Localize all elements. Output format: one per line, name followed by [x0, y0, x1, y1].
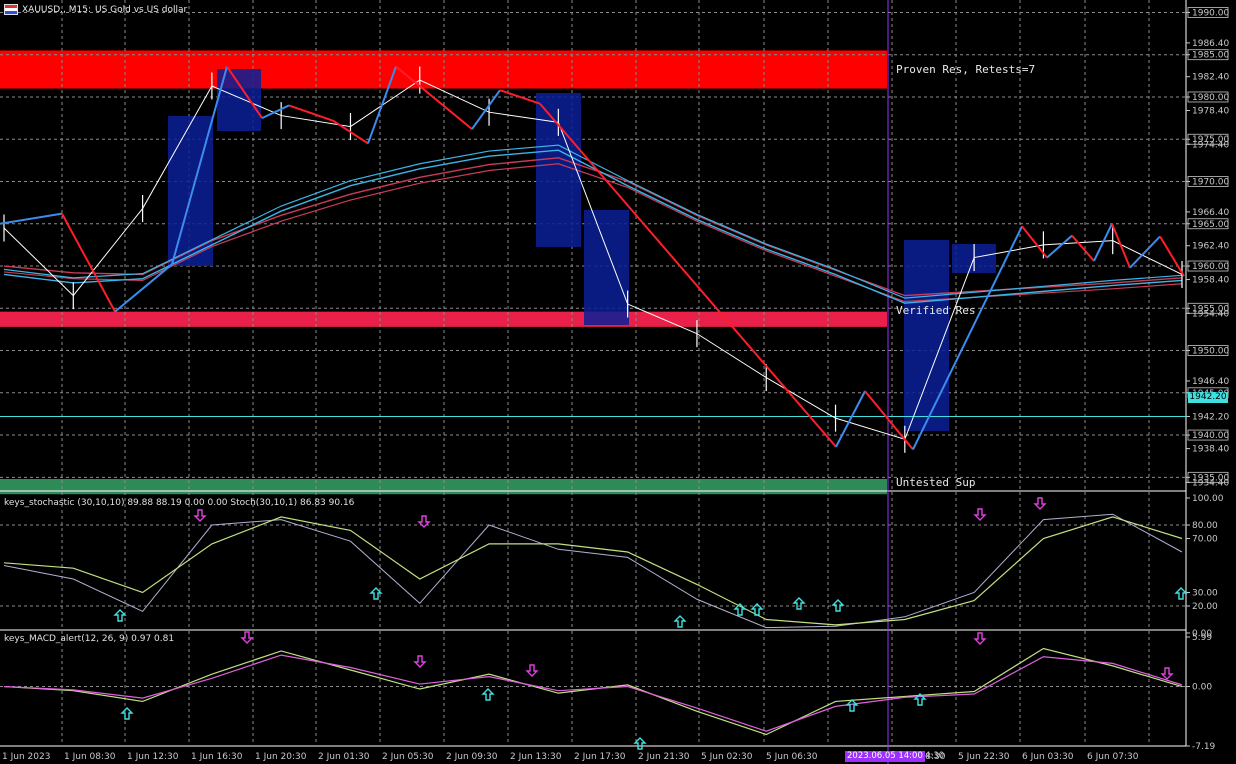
- price-tick-label: 1950.00: [1192, 347, 1229, 357]
- chart-canvas[interactable]: 1990.00 1986.40 1985.00 1982.40 1980.00 1978.…: [0, 0, 1236, 764]
- macd-signal-line: [3, 654, 1183, 732]
- time-label: 5 Jun 22:30: [958, 752, 1010, 762]
- zigzag-segment: [1093, 223, 1113, 262]
- macd-tick-label: 0.00: [1192, 683, 1212, 693]
- price-tick-label: 1990.00: [1192, 8, 1229, 18]
- impulse-box: [584, 210, 629, 325]
- price-tick-label: 1982.40: [1192, 73, 1229, 83]
- chart-description: US Gold vs US dollar: [94, 4, 188, 15]
- price-tick-label: 1986.40: [1192, 39, 1229, 49]
- price-tick-label: 1958.40: [1192, 276, 1229, 286]
- zigzag-segment: [1071, 234, 1095, 262]
- price-tick-label: 1962.40: [1192, 242, 1229, 252]
- chart-header: XAUUSD., M15: US Gold vs US dollar: [4, 4, 187, 15]
- macd-sell-arrow-icon: [973, 632, 987, 645]
- time-label: 5 Jun 06:30: [766, 752, 818, 762]
- stoch-main-line: [3, 513, 1183, 629]
- price-tick-label: 1985.00: [1192, 51, 1229, 61]
- stoch-buy-arrow-icon: [113, 609, 127, 622]
- time-label: 2 Jun 01:30: [318, 752, 370, 762]
- time-cursor-value: 2023.06.05 14:00: [847, 751, 923, 761]
- time-label: 2 Jun 05:30: [382, 752, 434, 762]
- stoch-buy-arrow-icon: [1174, 587, 1188, 600]
- stoch-sell-arrow-icon: [1033, 497, 1047, 510]
- zigzag-segment: [835, 390, 866, 448]
- chart-menu-icon[interactable]: [4, 4, 18, 15]
- macd-sell-arrow-icon: [413, 655, 427, 668]
- price-tick-label: 1934.40: [1192, 478, 1229, 488]
- time-label: 2 Jun 21:30: [638, 752, 690, 762]
- stoch-sell-arrow-icon: [973, 508, 987, 521]
- zigzag-segment: [1159, 235, 1185, 277]
- stoch-tick-label: 20.00: [1192, 602, 1218, 612]
- price-tick-label: 1966.40: [1192, 208, 1229, 218]
- stoch-tick-label: 100.00: [1192, 494, 1224, 504]
- price-tick-label: 1970.00: [1192, 177, 1229, 187]
- time-label: 5 Jun 02:30: [701, 752, 753, 762]
- macd-tick-label: 5.99: [1192, 633, 1212, 643]
- chart-symbol: XAUUSD., M15:: [22, 4, 91, 15]
- macd-main-line: [3, 647, 1183, 736]
- price-tick-label: 1978.40: [1192, 106, 1229, 116]
- price-tick-label: 1938.40: [1192, 445, 1229, 455]
- macd-sell-arrow-icon: [1160, 667, 1174, 680]
- stoch-buy-arrow-icon: [831, 599, 845, 612]
- stoch-tick-label: 70.00: [1192, 535, 1218, 545]
- macd-tick-label: -7.19: [1192, 742, 1216, 752]
- macd-buy-arrow-icon: [845, 699, 859, 712]
- zigzag-segment: [1111, 223, 1131, 269]
- stoch-buy-arrow-icon: [792, 597, 806, 610]
- zigzag-segment: [61, 213, 116, 313]
- time-label: 6 Jun 07:30: [1087, 752, 1139, 762]
- stoch-buy-arrow-icon: [673, 615, 687, 628]
- macd-sell-arrow-icon: [525, 664, 539, 677]
- zone-label-untested-sup: Untested Sup: [896, 476, 976, 489]
- time-label: 1 Jun 16:30: [191, 752, 243, 762]
- zigzag-segment: [0, 212, 63, 225]
- time-label-after-cursor: 4:30: [925, 751, 945, 761]
- price-tick-label: 1940.00: [1192, 431, 1229, 441]
- price-tick-label: 1946.40: [1192, 377, 1229, 387]
- zigzag-segment: [114, 263, 173, 313]
- stoch-sell-arrow-icon: [193, 509, 207, 522]
- time-label: 1 Jun 20:30: [255, 752, 307, 762]
- price-tick-label: 1960.00: [1192, 262, 1229, 272]
- stoch-signal-line: [3, 516, 1183, 626]
- price-tick-label: 1954.40: [1192, 309, 1229, 319]
- time-label: 2 Jun 13:30: [510, 752, 562, 762]
- time-label: 1 Jun 12:30: [127, 752, 179, 762]
- price-tick-label: 1974.40: [1192, 140, 1229, 150]
- time-cursor-label: 2023.06.05 14:00: [845, 751, 925, 762]
- price-tick-label: 1942.20: [1192, 412, 1229, 422]
- price-tick-label: 1965.00: [1192, 220, 1229, 230]
- macd-sell-arrow-icon: [240, 631, 254, 644]
- stoch-tick-label: 80.00: [1192, 521, 1218, 531]
- zone-label-proven-res: Proven Res, Retests=7: [896, 63, 1036, 76]
- macd-title: keys_MACD_alert(12, 26, 9) 0.97 0.81: [4, 634, 175, 644]
- zigzag-segment: [471, 89, 501, 130]
- impulse-box: [904, 240, 949, 431]
- time-label: 2 Jun 09:30: [446, 752, 498, 762]
- stoch-tick-label: 30.00: [1192, 589, 1218, 599]
- time-label: 1 Jun 2023: [2, 752, 50, 762]
- zigzag-segment: [1129, 235, 1161, 269]
- price-tick-label: 1980.00: [1192, 93, 1229, 103]
- macd-buy-arrow-icon: [481, 688, 495, 701]
- zigzag-segment: [1046, 234, 1073, 259]
- stochastic-title: keys_stochastic (30,10,10) 89.88 88.19 0…: [4, 498, 355, 508]
- zone-label-verified-res: Verified Res: [896, 304, 976, 317]
- current-price-label: 1942.20: [1188, 392, 1228, 403]
- time-label: 1 Jun 08:30: [64, 752, 116, 762]
- time-label: 2 Jun 17:30: [574, 752, 626, 762]
- trading-chart-window: 1990.00 1986.40 1985.00 1982.40 1980.00 1978.…: [0, 0, 1236, 764]
- time-label: 6 Jun 03:30: [1022, 752, 1074, 762]
- macd-buy-arrow-icon: [120, 707, 134, 720]
